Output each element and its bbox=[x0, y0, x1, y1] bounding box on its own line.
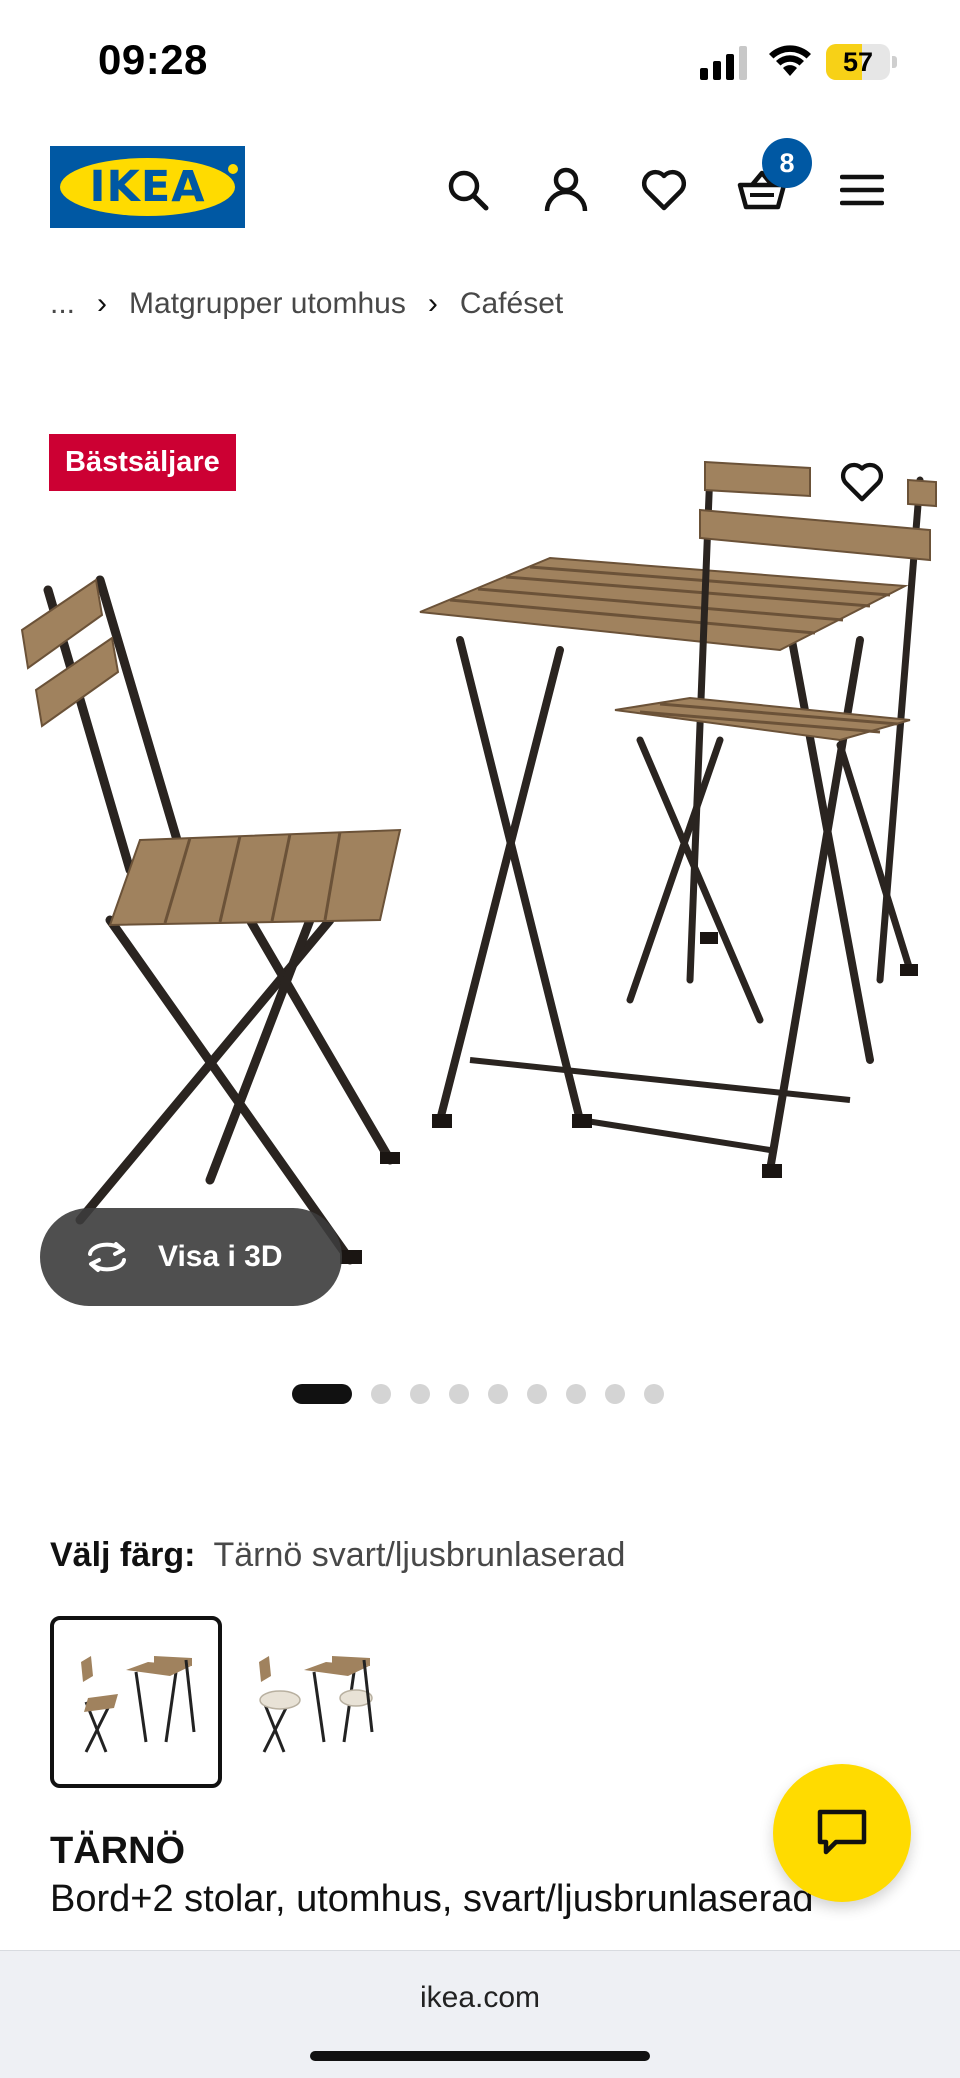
status-bar: 09:28 57 bbox=[0, 0, 960, 120]
chevron-right-icon: › bbox=[427, 287, 438, 320]
account-icon bbox=[544, 167, 588, 212]
swatch-thumbnail-image bbox=[259, 1656, 374, 1753]
menu-icon bbox=[840, 174, 884, 206]
heart-icon bbox=[641, 169, 687, 211]
view-in-3d-button[interactable]: Visa i 3D bbox=[40, 1208, 342, 1306]
status-time: 09:28 bbox=[98, 36, 208, 83]
product-name: TÄRNÖ bbox=[50, 1830, 186, 1872]
carousel-dot[interactable] bbox=[605, 1384, 625, 1404]
carousel-dot[interactable] bbox=[488, 1384, 508, 1404]
battery-indicator: 57 bbox=[826, 44, 898, 80]
breadcrumb: ... › Matgrupper utomhus › Caféset bbox=[50, 280, 563, 328]
color-option-black-lightbrown[interactable] bbox=[50, 1616, 222, 1788]
rotate-3d-icon bbox=[88, 1242, 126, 1272]
product-description: Bord+2 stolar, utomhus, svart/ljusbrunla… bbox=[50, 1878, 814, 1920]
carousel-dot[interactable] bbox=[371, 1384, 391, 1404]
menu-button[interactable] bbox=[832, 160, 892, 220]
chat-bubble-icon bbox=[817, 1809, 867, 1855]
chat-button[interactable] bbox=[773, 1764, 911, 1902]
add-to-favorites-button[interactable] bbox=[832, 452, 892, 512]
ikea-logo[interactable]: IKEA bbox=[50, 146, 245, 228]
color-selection-row: Välj färg: Tärnö svart/ljusbrunlaserad bbox=[50, 1536, 625, 1575]
home-indicator bbox=[310, 2051, 650, 2061]
carousel-dot[interactable] bbox=[527, 1384, 547, 1404]
heart-icon bbox=[840, 462, 884, 502]
carousel-dot[interactable] bbox=[566, 1384, 586, 1404]
breadcrumb-item-cafe-set[interactable]: Caféset bbox=[460, 287, 563, 321]
battery-level: 57 bbox=[842, 47, 874, 77]
site-header: IKEA 8 bbox=[0, 130, 960, 250]
breadcrumb-ellipsis[interactable]: ... bbox=[50, 287, 75, 321]
swatch-thumbnail-image bbox=[81, 1656, 196, 1753]
wifi-icon bbox=[769, 45, 811, 76]
right-chair-illustration bbox=[614, 460, 937, 1024]
table-illustration bbox=[419, 556, 909, 1178]
carousel-dots[interactable] bbox=[292, 1384, 683, 1404]
color-option-with-cushions[interactable] bbox=[228, 1616, 400, 1788]
cart-count-badge: 8 bbox=[762, 138, 812, 188]
view-in-3d-label: Visa i 3D bbox=[158, 1240, 283, 1273]
search-icon bbox=[448, 170, 489, 211]
breadcrumb-item-outdoor-dining[interactable]: Matgrupper utomhus bbox=[129, 287, 406, 321]
left-chair-illustration bbox=[20, 575, 402, 1265]
carousel-dot[interactable] bbox=[644, 1384, 664, 1404]
favorites-button[interactable] bbox=[634, 160, 694, 220]
bestseller-badge: Bästsäljare bbox=[49, 434, 236, 491]
address-url[interactable]: ikea.com bbox=[0, 1981, 960, 2015]
color-value: Tärnö svart/ljusbrunlaserad bbox=[213, 1536, 626, 1574]
product-gallery[interactable]: Bästsäljare Visa i 3D bbox=[0, 400, 960, 1350]
carousel-dot[interactable] bbox=[449, 1384, 469, 1404]
carousel-dot[interactable] bbox=[410, 1384, 430, 1404]
account-button[interactable] bbox=[536, 160, 596, 220]
browser-address-bar[interactable]: ikea.com bbox=[0, 1950, 960, 2078]
carousel-dot[interactable] bbox=[292, 1384, 352, 1404]
color-label: Välj färg: bbox=[50, 1536, 196, 1574]
logo-text: IKEA bbox=[89, 162, 206, 212]
cellular-signal-icon bbox=[700, 46, 747, 80]
search-button[interactable] bbox=[438, 160, 498, 220]
chevron-right-icon: › bbox=[97, 287, 108, 320]
